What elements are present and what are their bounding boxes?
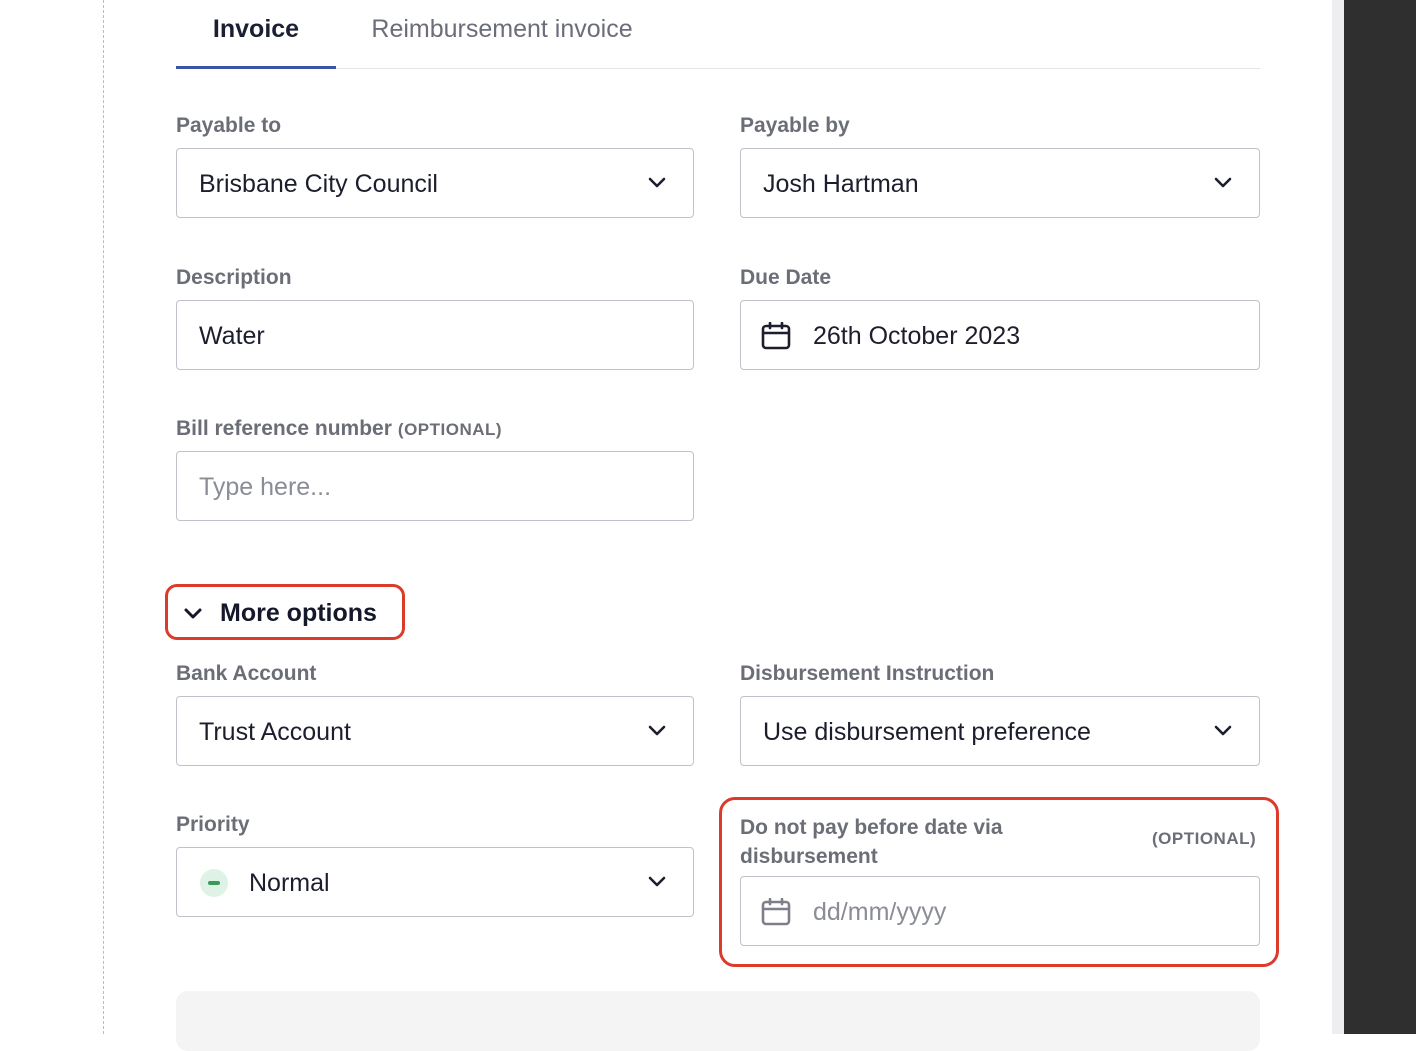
disbursement-instruction-select[interactable]: Use disbursement preference: [740, 696, 1260, 766]
description-input[interactable]: Water: [176, 300, 694, 370]
do-not-pay-label: Do not pay before date via disbursement: [740, 813, 1003, 871]
bill-reference-placeholder: Type here...: [199, 473, 332, 501]
bank-account-value: Trust Account: [199, 718, 351, 746]
chevron-down-icon: [1214, 725, 1232, 736]
more-options-label: More options: [220, 599, 377, 627]
calendar-icon: [761, 898, 791, 926]
bill-reference-label: Bill reference number (OPTIONAL): [176, 417, 502, 441]
priority-normal-icon: [200, 869, 228, 897]
chevron-down-icon: [648, 876, 666, 887]
optional-tag: (OPTIONAL): [397, 420, 503, 439]
chevron-down-icon: [1214, 177, 1232, 188]
do-not-pay-label-line2: disbursement: [740, 845, 878, 868]
bank-account-label: Bank Account: [176, 662, 317, 685]
payable-to-value: Brisbane City Council: [199, 170, 438, 198]
chevron-down-icon: [648, 725, 666, 736]
bill-reference-input[interactable]: Type here...: [176, 451, 694, 521]
due-date-input[interactable]: 26th October 2023: [740, 300, 1260, 370]
more-options-toggle[interactable]: More options: [165, 584, 405, 640]
payable-to-select[interactable]: Brisbane City Council: [176, 148, 694, 218]
due-date-label: Due Date: [740, 266, 832, 289]
do-not-pay-label-line1: Do not pay before date via: [740, 816, 1003, 839]
bill-reference-label-text: Bill reference number: [176, 417, 392, 440]
tab-invoice[interactable]: Invoice: [176, 0, 336, 69]
priority-select[interactable]: Normal: [176, 847, 694, 917]
payable-by-select[interactable]: Josh Hartman: [740, 148, 1260, 218]
scrollbar-track[interactable]: [1332, 0, 1344, 1034]
do-not-pay-date-input[interactable]: dd/mm/yyyy: [740, 876, 1260, 946]
do-not-pay-placeholder: dd/mm/yyyy: [813, 898, 947, 926]
priority-value: Normal: [249, 869, 330, 897]
payable-by-value: Josh Hartman: [763, 170, 919, 198]
optional-tag: (OPTIONAL): [1152, 829, 1257, 848]
bank-account-select[interactable]: Trust Account: [176, 696, 694, 766]
payable-to-label: Payable to: [176, 114, 282, 137]
description-label: Description: [176, 266, 292, 289]
disbursement-instruction-value: Use disbursement preference: [763, 718, 1091, 746]
disbursement-instruction-label: Disbursement Instruction: [740, 662, 995, 685]
calendar-icon: [761, 322, 791, 350]
chevron-down-icon: [184, 608, 202, 619]
left-dashed-guide: [103, 0, 104, 1034]
side-panel: [1344, 0, 1416, 1034]
due-date-value: 26th October 2023: [813, 322, 1021, 350]
bottom-panel: [176, 991, 1260, 1051]
payable-by-label: Payable by: [740, 114, 850, 137]
tab-reimbursement-invoice[interactable]: Reimbursement invoice: [336, 0, 668, 68]
tab-bar: Invoice Reimbursement invoice: [176, 0, 1260, 69]
priority-label: Priority: [176, 813, 250, 836]
chevron-down-icon: [648, 177, 666, 188]
description-value: Water: [199, 322, 265, 350]
